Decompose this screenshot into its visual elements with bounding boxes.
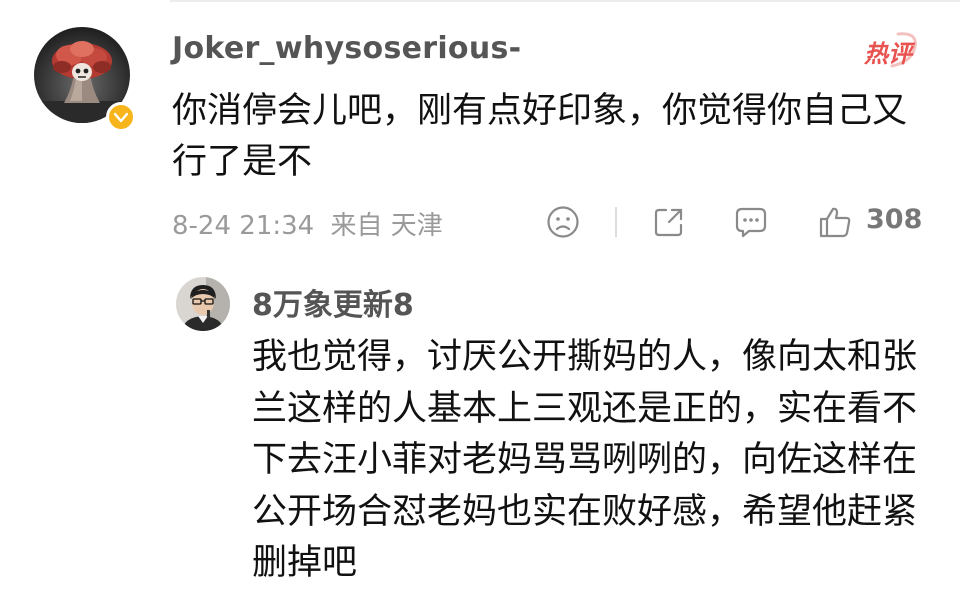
thumbs-up-icon[interactable] — [818, 205, 852, 239]
reply-avatar[interactable] — [176, 277, 230, 331]
reply-username[interactable]: 8万象更新8 — [252, 280, 414, 324]
verified-badge-icon — [106, 102, 136, 132]
action-divider — [615, 207, 617, 237]
reply-text: 我也觉得，讨厌公开撕妈的人，像向太和张兰这样的人基本上三观还是正的，实在看不下去… — [252, 337, 918, 583]
top-divider — [170, 0, 960, 2]
comment-meta: 8-24 21:34 来自 天津 — [172, 205, 443, 242]
location: 来自 天津 — [330, 211, 443, 241]
sad-face-icon[interactable] — [546, 205, 580, 239]
comment-text: 你消停会儿吧，刚有点好印象，你觉得你自己又行了是不 — [172, 91, 908, 182]
share-icon[interactable] — [652, 205, 686, 239]
hot-comment-label: 热评 — [864, 40, 912, 68]
comment-icon[interactable] — [734, 205, 768, 239]
hot-comment-badge: 热评 — [862, 30, 922, 70]
timestamp: 8-24 21:34 — [172, 211, 315, 241]
like-count: 308 — [866, 204, 923, 235]
username[interactable]: Joker_whysoserious- — [172, 31, 521, 66]
